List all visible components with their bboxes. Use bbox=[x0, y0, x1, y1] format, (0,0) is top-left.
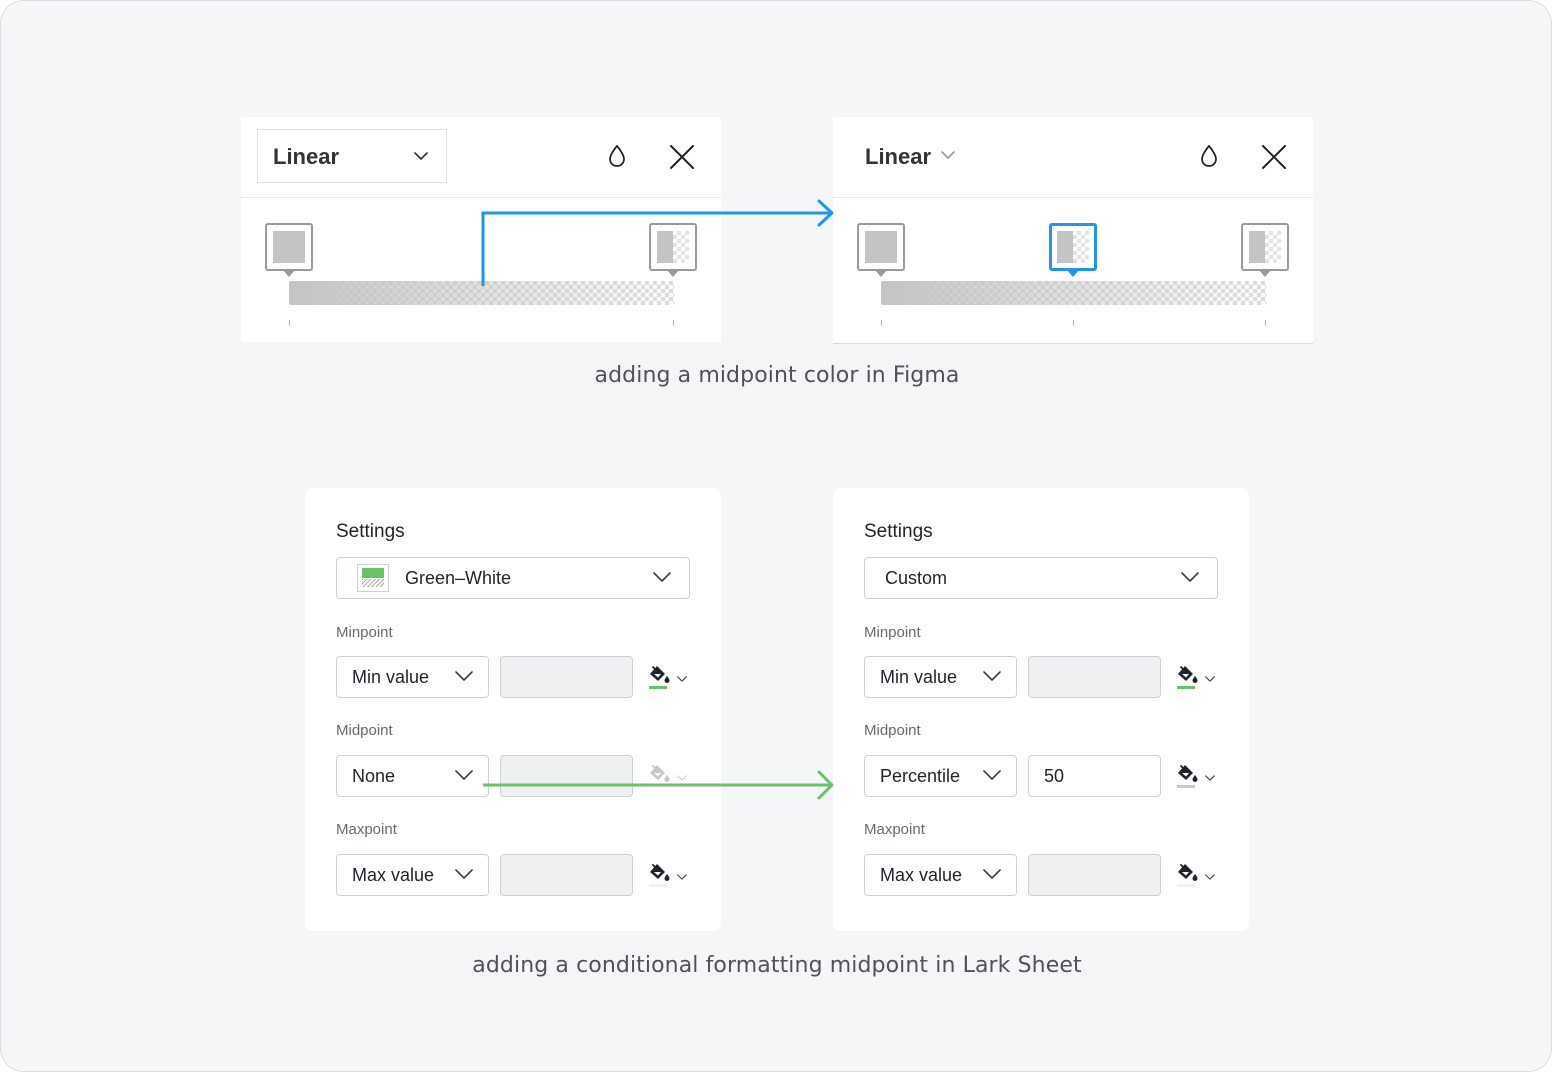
chevron-down-icon bbox=[1181, 572, 1199, 582]
minpoint-value-input bbox=[500, 656, 633, 698]
gradient-type-select[interactable]: Linear bbox=[257, 129, 447, 183]
color-scheme-swatch bbox=[357, 564, 389, 592]
chevron-down-icon bbox=[1205, 676, 1215, 682]
gradient-tick bbox=[1265, 320, 1266, 326]
chevron-down-icon bbox=[455, 770, 473, 780]
minpoint-fill-color-button[interactable] bbox=[648, 664, 692, 694]
paint-bucket-icon bbox=[1176, 763, 1198, 785]
midpoint-type-value: None bbox=[352, 766, 396, 786]
fill-color-indicator bbox=[649, 884, 667, 887]
paint-bucket-icon bbox=[648, 862, 670, 884]
minpoint-type-value: Min value bbox=[880, 667, 958, 687]
figma-panel-header: Linear bbox=[833, 117, 1313, 198]
gradient-stop-midpoint-selected[interactable] bbox=[1049, 223, 1097, 277]
minpoint-fill-color-button[interactable] bbox=[1176, 664, 1220, 694]
canvas: Linear Linear adding a midpoint color in… bbox=[0, 0, 1552, 1072]
minpoint-label: Minpoint bbox=[336, 624, 393, 641]
fill-color-indicator bbox=[1177, 686, 1195, 689]
chevron-down-icon bbox=[1205, 874, 1215, 880]
midpoint-type-value: Percentile bbox=[880, 766, 961, 786]
stop-swatch bbox=[1057, 231, 1089, 263]
maxpoint-type-select[interactable]: Max value bbox=[864, 854, 1017, 896]
swatch-green bbox=[362, 568, 384, 578]
chevron-down-icon bbox=[983, 671, 1001, 681]
maxpoint-fill-color-button[interactable] bbox=[1176, 862, 1220, 892]
lark-caption: adding a conditional formatting midpoint… bbox=[472, 953, 1082, 978]
stop-pointer bbox=[283, 270, 295, 277]
opacity-drop-icon[interactable] bbox=[1199, 144, 1219, 168]
midpoint-value: 50 bbox=[1044, 766, 1065, 786]
maxpoint-fill-color-button[interactable] bbox=[648, 862, 692, 892]
fill-color-indicator bbox=[1177, 884, 1195, 887]
stop-pointer bbox=[1067, 270, 1079, 277]
maxpoint-label: Maxpoint bbox=[864, 821, 925, 838]
midpoint-label: Midpoint bbox=[864, 722, 921, 739]
chevron-down-icon bbox=[414, 152, 428, 160]
chevron-down-icon bbox=[983, 869, 1001, 879]
minpoint-type-select[interactable]: Min value bbox=[864, 656, 1017, 698]
paint-bucket-icon bbox=[1176, 862, 1198, 884]
maxpoint-value-input bbox=[1028, 854, 1161, 896]
minpoint-value-input bbox=[1028, 656, 1161, 698]
chevron-down-icon[interactable] bbox=[941, 151, 955, 159]
midpoint-value-input[interactable]: 50 bbox=[1028, 755, 1161, 797]
paint-bucket-icon bbox=[648, 664, 670, 686]
minpoint-type-value: Min value bbox=[352, 667, 430, 687]
stop-swatch bbox=[273, 231, 305, 263]
fill-color-indicator bbox=[649, 686, 667, 689]
gradient-stop-start[interactable] bbox=[857, 223, 905, 277]
midpoint-type-select[interactable]: None bbox=[336, 755, 489, 797]
chevron-down-icon bbox=[1205, 775, 1215, 781]
minpoint-label: Minpoint bbox=[864, 624, 921, 641]
maxpoint-type-value: Max value bbox=[880, 865, 963, 885]
paint-bucket-icon bbox=[1176, 664, 1198, 686]
maxpoint-type-select[interactable]: Max value bbox=[336, 854, 489, 896]
figma-arrow bbox=[481, 199, 834, 286]
close-icon[interactable] bbox=[670, 145, 694, 169]
opacity-drop-icon[interactable] bbox=[607, 144, 627, 168]
stop-swatch bbox=[1249, 231, 1281, 263]
gradient-stop-start[interactable] bbox=[265, 223, 313, 277]
gradient-tick bbox=[289, 320, 290, 326]
midpoint-type-select[interactable]: Percentile bbox=[864, 755, 1017, 797]
maxpoint-label: Maxpoint bbox=[336, 821, 397, 838]
maxpoint-value-input bbox=[500, 854, 633, 896]
lark-settings-panel-after: Settings Custom Minpoint Min value Midpo… bbox=[833, 488, 1249, 931]
maxpoint-type-value: Max value bbox=[352, 865, 435, 885]
color-scheme-label: Custom bbox=[885, 568, 948, 588]
gradient-type-label: Linear bbox=[273, 144, 340, 169]
stop-pointer bbox=[1259, 270, 1271, 277]
fill-color-indicator bbox=[1177, 785, 1195, 788]
swatch-white bbox=[362, 579, 384, 587]
chevron-down-icon bbox=[677, 676, 687, 682]
midpoint-fill-color-button[interactable] bbox=[1176, 763, 1220, 793]
gradient-tick bbox=[881, 320, 882, 326]
gradient-type-label[interactable]: Linear bbox=[865, 144, 931, 170]
gradient-stop-end[interactable] bbox=[1241, 223, 1289, 277]
chevron-down-icon bbox=[677, 874, 687, 880]
close-icon[interactable] bbox=[1262, 145, 1286, 169]
lark-settings-panel-before: Settings Green–White Minpoint Min value … bbox=[305, 488, 721, 931]
stop-pointer bbox=[875, 270, 887, 277]
minpoint-type-select[interactable]: Min value bbox=[336, 656, 489, 698]
chevron-down-icon bbox=[455, 869, 473, 879]
stop-swatch bbox=[865, 231, 897, 263]
color-scheme-select[interactable]: Green–White bbox=[336, 557, 690, 599]
color-scheme-label: Green–White bbox=[405, 568, 512, 588]
gradient-bar[interactable] bbox=[881, 281, 1266, 305]
figma-panel-header: Linear bbox=[241, 117, 721, 198]
gradient-tick bbox=[1073, 320, 1074, 326]
figma-gradient-panel-after: Linear bbox=[833, 117, 1313, 343]
gradient-tick bbox=[673, 320, 674, 326]
chevron-down-icon bbox=[983, 770, 1001, 780]
chevron-down-icon bbox=[455, 671, 473, 681]
settings-title: Settings bbox=[864, 521, 933, 542]
midpoint-label: Midpoint bbox=[336, 722, 393, 739]
settings-title: Settings bbox=[336, 521, 405, 542]
figma-caption: adding a midpoint color in Figma bbox=[594, 363, 960, 388]
color-scheme-select[interactable]: Custom bbox=[864, 557, 1218, 599]
lark-arrow bbox=[483, 770, 834, 800]
chevron-down-icon bbox=[653, 572, 671, 582]
